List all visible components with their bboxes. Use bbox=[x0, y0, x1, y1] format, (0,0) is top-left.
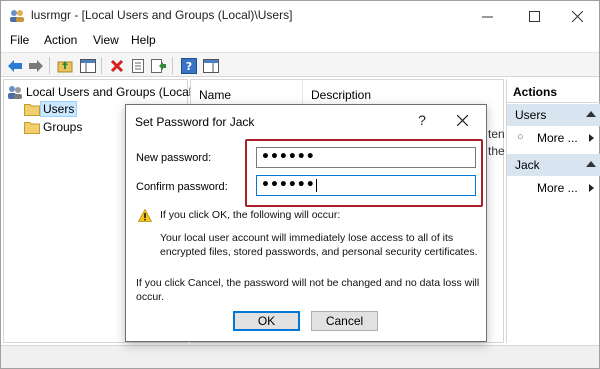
menu-action[interactable]: Action bbox=[41, 33, 80, 47]
set-password-dialog: Set Password for Jack ? New password: ••… bbox=[125, 104, 487, 342]
minimize-icon bbox=[481, 16, 493, 17]
maximize-icon bbox=[528, 10, 540, 22]
actions-pane: Actions Users ○ More ... Jack More ... bbox=[506, 79, 600, 343]
tree-item-label: Users bbox=[40, 101, 78, 117]
toolbar: ? bbox=[1, 52, 599, 77]
dialog-close-button[interactable] bbox=[444, 105, 480, 135]
new-password-field[interactable]: •••••• bbox=[256, 147, 476, 168]
tree-item-users[interactable]: Users bbox=[24, 100, 78, 118]
toolbar-separator bbox=[172, 57, 173, 74]
up-folder-icon bbox=[57, 60, 73, 72]
show-hide-action-pane-button[interactable] bbox=[201, 56, 221, 75]
actions-more-label: More ... bbox=[537, 181, 578, 195]
ok-button[interactable]: OK bbox=[233, 311, 300, 331]
dialog-title: Set Password for Jack bbox=[135, 115, 255, 129]
menu-help[interactable]: Help bbox=[128, 33, 159, 47]
tree-item-label: Groups bbox=[43, 120, 83, 134]
actions-more-label: More ... bbox=[537, 131, 578, 145]
actions-section-jack[interactable]: Jack bbox=[507, 154, 600, 176]
submenu-arrow-icon bbox=[589, 134, 594, 142]
export-list-button[interactable] bbox=[149, 56, 169, 75]
cancel-button[interactable]: Cancel bbox=[311, 311, 378, 331]
export-list-icon bbox=[151, 58, 166, 73]
tree-item-groups[interactable]: Groups bbox=[24, 118, 85, 136]
users-app-icon bbox=[10, 10, 24, 22]
cancel-note-line: occur. bbox=[136, 291, 165, 303]
folder-icon bbox=[24, 103, 40, 116]
actions-more-item[interactable]: ○ More ... bbox=[507, 128, 600, 148]
collapse-arrow-icon bbox=[586, 111, 596, 117]
properties-icon bbox=[132, 58, 144, 73]
list-cell-fragment: the bbox=[488, 144, 505, 158]
new-password-value: •••••• bbox=[261, 149, 315, 165]
actions-title: Actions bbox=[507, 79, 600, 103]
forward-button[interactable] bbox=[26, 56, 46, 75]
close-window-button[interactable] bbox=[555, 1, 599, 31]
window-title: lusrmgr - [Local Users and Groups (Local… bbox=[31, 8, 293, 22]
warning-icon bbox=[138, 209, 152, 222]
text-caret bbox=[315, 178, 317, 192]
actions-section-label: Jack bbox=[515, 158, 540, 172]
warning-heading: If you click OK, the following will occu… bbox=[160, 209, 341, 221]
show-hide-tree-button[interactable] bbox=[78, 56, 98, 75]
column-header-name[interactable]: Name bbox=[191, 80, 303, 104]
show-hide-tree-icon bbox=[80, 58, 96, 73]
show-hide-action-pane-icon bbox=[203, 58, 219, 73]
up-one-level-button[interactable] bbox=[55, 56, 75, 75]
maximize-button[interactable] bbox=[512, 1, 556, 31]
actions-more-item[interactable]: More ... bbox=[507, 178, 600, 198]
title-bar: lusrmgr - [Local Users and Groups (Local… bbox=[1, 1, 599, 31]
help-icon: ? bbox=[181, 57, 197, 74]
close-icon bbox=[571, 10, 583, 22]
folder-icon bbox=[24, 121, 40, 134]
submenu-arrow-icon bbox=[589, 184, 594, 192]
back-arrow-icon bbox=[8, 59, 22, 72]
forward-arrow-icon bbox=[29, 59, 43, 72]
menu-view[interactable]: View bbox=[90, 33, 122, 47]
toolbar-separator bbox=[101, 57, 102, 74]
toolbar-separator bbox=[49, 57, 50, 74]
list-cell-fragment: ten bbox=[488, 127, 505, 141]
confirm-password-value: •••••• bbox=[261, 177, 315, 193]
menu-bar: File Action View Help bbox=[1, 31, 599, 51]
confirm-password-label: Confirm password: bbox=[136, 181, 228, 193]
warning-line: encrypted files, stored passwords, and p… bbox=[160, 246, 478, 258]
svg-text:?: ? bbox=[186, 60, 192, 73]
bullet-icon: ○ bbox=[517, 131, 524, 143]
minimize-button[interactable] bbox=[465, 1, 509, 31]
new-password-label: New password: bbox=[136, 152, 212, 164]
menu-file[interactable]: File bbox=[7, 33, 32, 47]
help-button[interactable]: ? bbox=[179, 56, 199, 75]
tree-root-label: Local Users and Groups (Local) bbox=[26, 85, 196, 99]
close-icon bbox=[456, 114, 468, 126]
users-groups-icon bbox=[8, 85, 22, 99]
status-bar bbox=[1, 345, 599, 368]
delete-icon bbox=[110, 59, 124, 72]
back-button[interactable] bbox=[5, 56, 25, 75]
delete-button[interactable] bbox=[107, 56, 127, 75]
dialog-help-button[interactable]: ? bbox=[404, 105, 440, 135]
cancel-note-line: If you click Cancel, the password will n… bbox=[136, 277, 480, 289]
actions-section-label: Users bbox=[515, 108, 547, 122]
actions-section-users[interactable]: Users bbox=[507, 104, 600, 126]
column-header-description[interactable]: Description bbox=[303, 80, 503, 104]
properties-button[interactable] bbox=[128, 56, 148, 75]
confirm-password-field[interactable]: •••••• bbox=[256, 175, 476, 196]
tree-root-item[interactable]: Local Users and Groups (Local) bbox=[7, 83, 198, 101]
warning-line: Your local user account will immediately… bbox=[160, 232, 454, 244]
collapse-arrow-icon bbox=[586, 161, 596, 167]
